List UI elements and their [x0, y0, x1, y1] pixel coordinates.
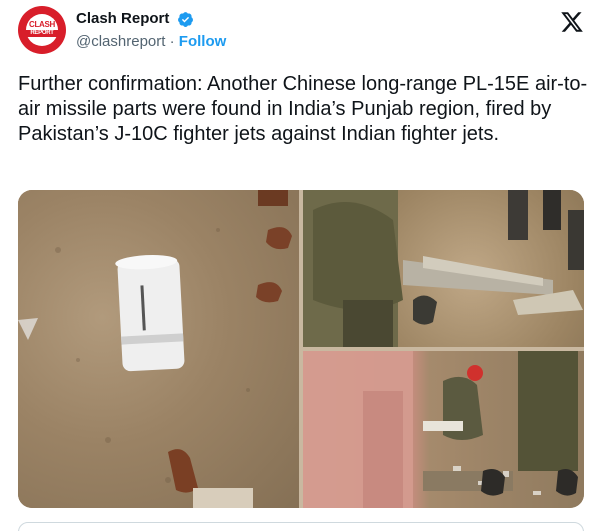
follow-button[interactable]: Follow: [179, 33, 227, 50]
photo-icon: [303, 351, 578, 508]
avatar-logo: CLASH REPORT: [26, 21, 58, 37]
media-image-3[interactable]: [303, 351, 584, 508]
photo-icon: [303, 190, 584, 347]
verified-badge-icon: [177, 11, 193, 27]
photo-icon: [18, 190, 292, 508]
tweet-header: CLASH REPORT Clash Report @clashreport ·…: [18, 6, 588, 54]
media-image-1[interactable]: [18, 190, 299, 508]
handle[interactable]: @clashreport: [76, 33, 165, 50]
account-info: Clash Report @clashreport · Follow: [76, 10, 226, 52]
media-grid: [18, 190, 584, 508]
x-logo-icon[interactable]: [560, 10, 584, 34]
separator: ·: [169, 33, 175, 51]
embedded-card[interactable]: [18, 522, 584, 531]
avatar[interactable]: CLASH REPORT: [18, 6, 66, 54]
media-image-2[interactable]: [303, 190, 584, 347]
display-name[interactable]: Clash Report: [76, 10, 169, 28]
tweet-text: Further confirmation: Another Chinese lo…: [18, 73, 588, 145]
handle-row: @clashreport · Follow: [76, 32, 226, 52]
